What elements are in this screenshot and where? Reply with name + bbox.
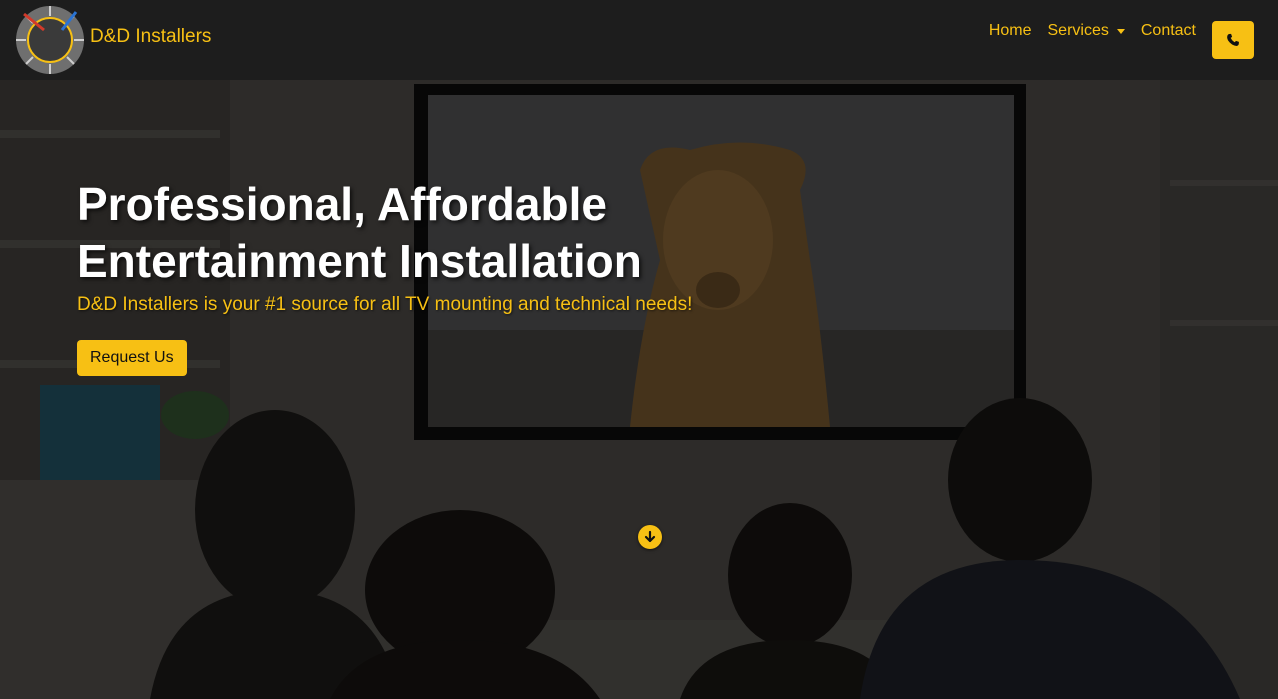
phone-button[interactable] — [1212, 21, 1254, 59]
nav-item-services[interactable]: Services — [1048, 22, 1125, 40]
hero-subtitle: D&D Installers is your #1 source for all… — [77, 294, 693, 315]
hero-title-line2: Entertainment Installation — [77, 235, 642, 287]
phone-icon — [1227, 33, 1239, 46]
hero-title: Professional, Affordable Entertainment I… — [77, 176, 777, 290]
nav-item-home[interactable]: Home — [989, 22, 1032, 40]
nav-links: Home Services Contact — [973, 22, 1196, 40]
hero-content: Professional, Affordable Entertainment I… — [77, 176, 777, 376]
nav-item-services-label: Services — [1047, 22, 1109, 39]
brand-name: D&D Installers — [90, 26, 212, 47]
navbar: D&D Installers Home Services Contact — [0, 0, 1278, 80]
request-us-button[interactable]: Request Us — [77, 340, 187, 376]
brand-link[interactable]: D&D Installers — [14, 4, 211, 76]
hero-title-line1: Professional, Affordable — [77, 178, 607, 230]
caret-down-icon — [1116, 29, 1125, 34]
brand-logo — [16, 6, 84, 74]
arrow-down-circle-icon — [644, 530, 656, 543]
nav-item-contact[interactable]: Contact — [1141, 22, 1196, 40]
scroll-down-button[interactable] — [638, 525, 662, 549]
